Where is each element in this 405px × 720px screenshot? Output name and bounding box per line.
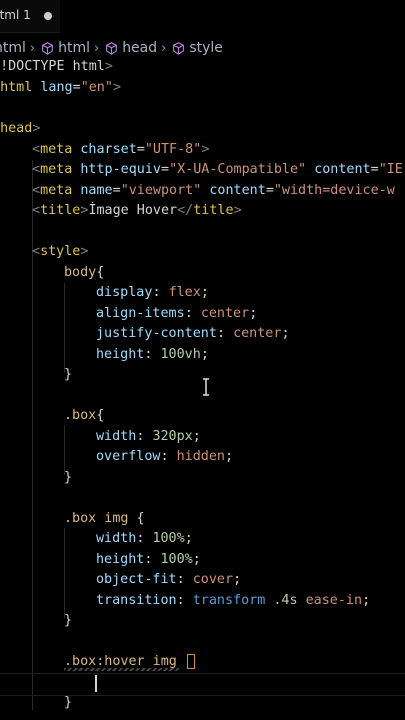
code-line: width: 100%; (96, 531, 193, 546)
editor-tab-bar: html 1 (0, 0, 405, 33)
code-line: .box img { (64, 511, 145, 526)
bracket-match-highlight (186, 653, 195, 669)
code-line: width: 320px; (96, 429, 201, 444)
breadcrumb-item-file[interactable]: html (0, 40, 26, 56)
unsaved-dot-icon[interactable] (44, 12, 52, 20)
code-line: <style> (32, 244, 89, 259)
code-line: <!DOCTYPE html> (0, 59, 113, 74)
chevron-right-icon: › (29, 40, 36, 56)
error-squiggle (64, 668, 180, 671)
code-line: height: 100vh; (96, 347, 209, 362)
indent-guide (64, 528, 65, 618)
breadcrumb: html › html › head › style (0, 38, 223, 58)
code-line: transition: transform .4s ease-in; (96, 593, 371, 608)
code-line: <meta charset="UTF-8"> (32, 142, 210, 157)
ibeam-cursor-icon (203, 378, 209, 396)
code-line: } (64, 613, 73, 628)
indent-guide (64, 283, 65, 373)
code-line: } (64, 470, 73, 485)
code-line: object-fit: cover; (96, 572, 242, 587)
breadcrumb-item-head[interactable]: head (105, 40, 157, 56)
cube-icon (42, 41, 54, 55)
tab-label: html 1 (0, 8, 31, 22)
code-line: } (64, 367, 73, 382)
breadcrumb-item-style[interactable]: style (172, 40, 223, 56)
code-line: overflow: hidden; (96, 449, 234, 464)
cube-icon (173, 41, 185, 55)
code-line: <head> (0, 121, 41, 136)
tab-index-html[interactable]: html 1 (0, 0, 60, 33)
text-cursor (95, 675, 97, 692)
code-line: align-items: center; (96, 306, 258, 321)
code-line: <html lang="en"> (0, 80, 121, 95)
code-line: .box{ (64, 408, 105, 423)
code-line: } (64, 695, 73, 710)
code-line: <meta name="viewport" content="width=dev… (32, 183, 395, 198)
code-line: <meta http-equiv="X-UA-Compatible" conte… (32, 162, 403, 177)
chevron-right-icon: › (93, 40, 100, 56)
code-line: display: flex; (96, 285, 209, 300)
breadcrumb-item-html[interactable]: html (41, 40, 90, 56)
code-line: height: 100%; (96, 552, 201, 567)
code-line: <title>İmage Hover</title> (32, 203, 242, 218)
chevron-right-icon: › (161, 40, 167, 56)
cube-icon (106, 41, 118, 55)
code-line: body{ (64, 265, 105, 280)
current-line-highlight (0, 673, 405, 696)
code-line: justify-content: center; (96, 326, 290, 341)
